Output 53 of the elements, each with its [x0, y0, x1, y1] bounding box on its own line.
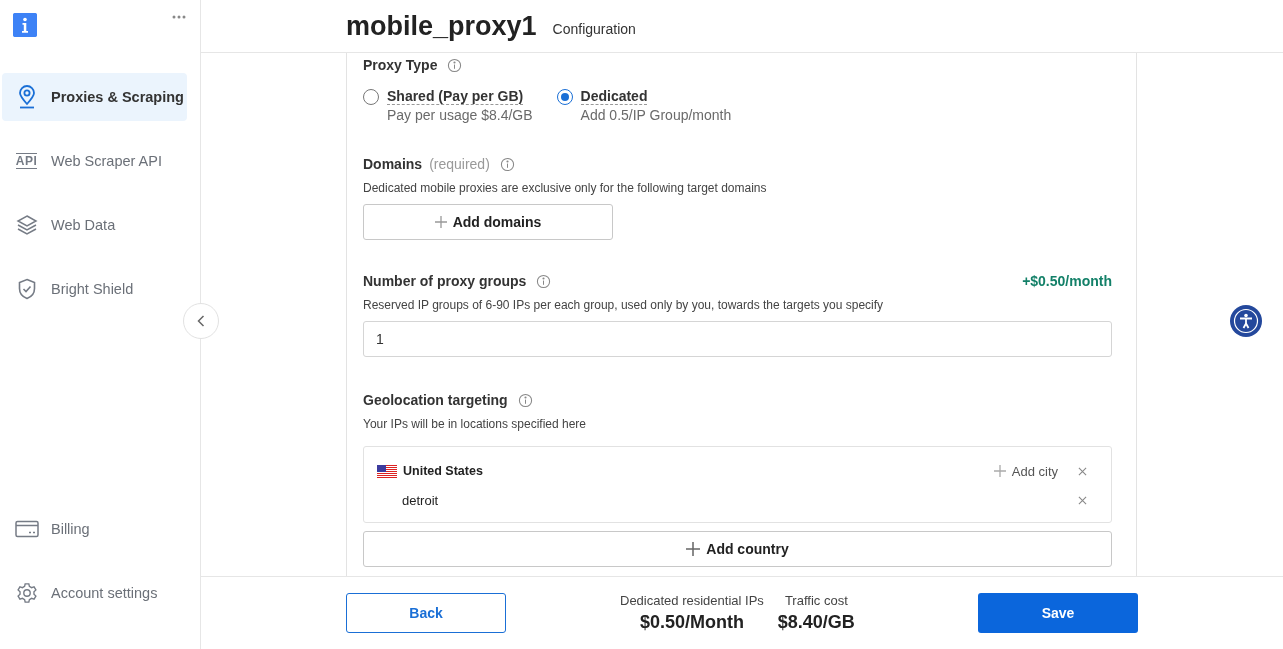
- option-description: Add 0.5/IP Group/month: [580, 107, 732, 123]
- plus-icon: [686, 542, 701, 556]
- save-button[interactable]: Save: [978, 593, 1138, 633]
- accessibility-icon: [1233, 308, 1259, 334]
- sidebar-item[interactable]: Bright Shield: [2, 265, 187, 313]
- sidebar-item[interactable]: Web Data: [2, 201, 187, 249]
- country-name: United States: [403, 464, 483, 478]
- page-title: mobile_proxy1: [346, 10, 537, 42]
- close-icon[interactable]: [1078, 466, 1087, 476]
- section-label: Domains: [363, 156, 423, 172]
- cost-value: $0.50/Month: [639, 612, 744, 633]
- cost-value: $8.40/GB: [777, 612, 855, 633]
- add-domains-button[interactable]: Add domains: [363, 204, 613, 240]
- location-pin-icon: [16, 85, 37, 109]
- info-icon[interactable]: [499, 156, 515, 172]
- city-name: detroit: [402, 492, 439, 508]
- price-label: +$0.50/month: [1022, 273, 1112, 289]
- credit-card-icon: [14, 520, 39, 538]
- info-icon[interactable]: [447, 57, 463, 73]
- info-icon[interactable]: [517, 392, 533, 408]
- back-button[interactable]: Back: [346, 593, 506, 633]
- section-label: Proxy Type: [363, 57, 438, 73]
- sidebar-item[interactable]: Billing: [2, 505, 187, 553]
- add-city-button[interactable]: Add city: [993, 463, 1058, 479]
- accessibility-button[interactable]: [1230, 305, 1262, 337]
- sidebar-item[interactable]: API Web Scraper API: [2, 137, 187, 185]
- option-label[interactable]: Shared (Pay per GB): [387, 88, 524, 105]
- close-icon[interactable]: [1078, 495, 1087, 505]
- more-icon[interactable]: [172, 15, 186, 19]
- option-label[interactable]: Dedicated: [580, 88, 648, 105]
- info-logo-icon: [13, 13, 37, 37]
- info-icon[interactable]: [536, 273, 552, 289]
- option-description: Pay per usage $8.4/GB: [387, 107, 533, 123]
- cost-label: Traffic cost: [784, 593, 848, 608]
- plus-icon: [993, 465, 1006, 477]
- page-subtitle: Configuration: [552, 21, 636, 37]
- required-note: (required): [429, 156, 490, 172]
- section-description: Your IPs will be in locations specified here: [363, 417, 587, 431]
- settings-icon: [15, 582, 38, 604]
- section-description: Dedicated mobile proxies are exclusive only for the following target domains: [363, 181, 768, 195]
- add-country-button[interactable]: Add country: [363, 531, 1112, 567]
- cost-label: Dedicated residential IPs: [620, 593, 764, 608]
- sidebar-item[interactable]: Proxies & Scraping: [2, 73, 187, 121]
- section-description: Reserved IP groups of 6-90 IPs per each group, used only by you, towards the targets you specify: [363, 298, 885, 312]
- shield-check-icon: [16, 278, 37, 300]
- chevron-left-icon: [197, 315, 205, 327]
- sidebar-item[interactable]: Account settings: [2, 569, 187, 617]
- section-label: Number of proxy groups: [363, 273, 527, 289]
- flag-icon: [377, 464, 397, 478]
- layers-icon: [15, 214, 38, 236]
- plus-icon: [434, 216, 447, 228]
- number-input-field[interactable]: 1: [363, 321, 1112, 357]
- section-label: Geolocation targeting: [363, 392, 508, 408]
